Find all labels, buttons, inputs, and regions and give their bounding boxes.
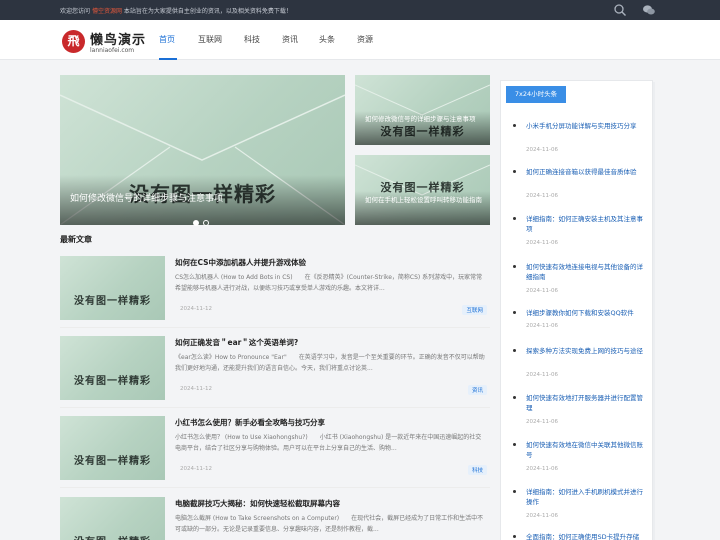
slider-side-card-2[interactable]: 没有图一样精彩 如何在手机上轻松设置呼叫转移功能指南 bbox=[355, 155, 490, 225]
sidebar-news-date: 2024-11-06 bbox=[526, 288, 558, 294]
thumbnail-placeholder: 没有图一样精彩 bbox=[74, 376, 151, 387]
tab-24h-headlines[interactable]: 7x24小时头条 bbox=[506, 86, 566, 103]
article-thumbnail[interactable]: 没有图一样精彩 bbox=[60, 256, 165, 320]
nav-headlines[interactable]: 头条 bbox=[319, 34, 335, 45]
latest-articles-heading: 最新文章 bbox=[60, 235, 92, 244]
wechat-icon[interactable] bbox=[642, 3, 656, 17]
nav-news[interactable]: 资讯 bbox=[282, 34, 298, 45]
article-category-tag[interactable]: 科技 bbox=[467, 465, 487, 475]
side-card-1-caption[interactable]: 如何修改微信号的详细步骤与注意事项 bbox=[365, 114, 485, 124]
bullet-icon bbox=[513, 396, 516, 399]
slider-pagination bbox=[193, 211, 213, 230]
article-title[interactable]: 如何正确发音＂ear＂这个英语单词? bbox=[175, 337, 298, 348]
nav-active-indicator bbox=[159, 58, 177, 60]
slider-dot-2[interactable] bbox=[203, 220, 209, 226]
bullet-icon bbox=[513, 535, 516, 538]
bullet-icon bbox=[513, 490, 516, 493]
sidebar-news-item[interactable]: 全面指南：如何正确使用SD卡提升存储 bbox=[513, 532, 643, 540]
thumbnail-placeholder: 没有图一样精彩 bbox=[60, 533, 165, 540]
divider bbox=[60, 487, 490, 488]
list-item: 没有图一样精彩 如何正确发音＂ear＂这个英语单词? 《ear怎么读》How t… bbox=[60, 336, 490, 410]
article-category-tag[interactable]: 资讯 bbox=[467, 385, 487, 395]
list-item: 没有图一样精彩 如何在CS中添加机器人并提升游戏体验 CS怎么加机器人 (How… bbox=[60, 256, 490, 330]
sidebar-news-title[interactable]: 全面指南：如何正确使用SD卡提升存储 bbox=[526, 532, 643, 540]
slider-dot-1[interactable] bbox=[193, 220, 199, 226]
divider bbox=[60, 407, 490, 408]
article-thumbnail[interactable]: 没有图一样精彩 bbox=[60, 336, 165, 400]
sidebar-news-date: 2024-11-06 bbox=[526, 513, 558, 519]
sidebar-news-date: 2024-11-06 bbox=[526, 323, 558, 329]
bullet-icon bbox=[513, 124, 516, 127]
article-category-tag[interactable]: 互联网 bbox=[462, 305, 487, 315]
search-icon[interactable] bbox=[613, 3, 627, 17]
divider bbox=[60, 327, 490, 328]
nav-resources[interactable]: 资源 bbox=[357, 34, 373, 45]
logo-title[interactable]: 懒鸟演示 bbox=[90, 29, 146, 48]
bullet-icon bbox=[513, 349, 516, 352]
side-card-2-caption[interactable]: 如何在手机上轻松设置呼叫转移功能指南 bbox=[365, 195, 485, 205]
article-thumbnail[interactable]: 没有图一样精彩 bbox=[60, 416, 165, 480]
nav-home[interactable]: 首页 bbox=[159, 34, 175, 45]
article-excerpt: 小红书怎么使用？ (How to Use Xiaohongshu?) 小红书 (… bbox=[175, 434, 482, 452]
site-header: 飛 懒鸟演示 lanniaofei.com 首页 互联网 科技 资讯 头条 资源 bbox=[0, 20, 720, 60]
sidebar-news-title[interactable]: 详细指南：如何进入手机刷机模式并进行操作 bbox=[526, 487, 644, 507]
list-item: 没有图一样精彩 电脑截屏技巧大揭秘：如何快速轻松截取屏幕内容 电脑怎么截屏 (H… bbox=[60, 497, 490, 540]
bullet-icon bbox=[513, 217, 516, 220]
sidebar-news-date: 2024-11-06 bbox=[526, 372, 558, 378]
site-name-link[interactable]: 懵空资源网 bbox=[92, 8, 122, 15]
sidebar-news-date: 2024-11-06 bbox=[526, 466, 558, 472]
sidebar-news-title[interactable]: 探索多种方法实现免费上网的技巧与途径 bbox=[526, 346, 644, 356]
sidebar-news-date: 2024-11-06 bbox=[526, 419, 558, 425]
sidebar-news-title[interactable]: 详细步骤教你如何下载和安装QQ软件 bbox=[526, 308, 644, 318]
slider-main-caption[interactable]: 如何修改微信号的详细步骤与注意事项 bbox=[70, 191, 223, 204]
notice-message: 本站旨在为大家提供自主创业的资讯，以及相关资料免费下载！ bbox=[123, 8, 292, 15]
bullet-icon bbox=[513, 265, 516, 268]
slider-side-card-1[interactable]: 没有图一样精彩 如何修改微信号的详细步骤与注意事项 bbox=[355, 75, 490, 145]
article-title[interactable]: 电脑截屏技巧大揭秘：如何快速轻松截取屏幕内容 bbox=[175, 498, 340, 509]
nav-tech[interactable]: 科技 bbox=[244, 34, 260, 45]
article-excerpt: 《ear怎么读》How to Pronounce "Ear" 在英语学习中，发音… bbox=[175, 354, 485, 372]
sidebar-news-title[interactable]: 如何快速有效地打开服务器并进行配置管理 bbox=[526, 393, 644, 413]
sidebar-news-title[interactable]: 如何正确连接音箱以获得最佳音质体验 bbox=[526, 167, 644, 177]
nav-internet[interactable]: 互联网 bbox=[198, 34, 222, 45]
logo-badge[interactable]: 飛 bbox=[62, 30, 85, 53]
article-excerpt: CS怎么加机器人 (How to Add Bots in CS) 在《反恐精英》… bbox=[175, 274, 483, 292]
article-thumbnail[interactable]: 没有图一样精彩 bbox=[60, 497, 165, 540]
article-date: 2024-11-12 bbox=[180, 386, 212, 392]
thumbnail-placeholder: 没有图一样精彩 bbox=[74, 296, 151, 307]
sidebar-news-title[interactable]: 如何快速有效地在微信中关联其他微信账号 bbox=[526, 440, 644, 460]
sidebar-news-title[interactable]: 详细指南：如何正确安装主机及其注意事项 bbox=[526, 214, 644, 234]
sidebar-news-date: 2024-11-06 bbox=[526, 193, 558, 199]
welcome-text: 欢迎您访问 bbox=[60, 8, 91, 15]
bullet-icon bbox=[513, 170, 516, 173]
article-title[interactable]: 小红书怎么使用？新手必看全攻略与技巧分享 bbox=[175, 417, 325, 428]
notice-text: 欢迎您访问 懵空资源网 本站旨在为大家提供自主创业的资讯，以及相关资料免费下载！ bbox=[60, 6, 292, 15]
article-date: 2024-11-12 bbox=[180, 306, 212, 312]
logo-subtitle: lanniaofei.com bbox=[90, 47, 135, 54]
sidebar-news-title[interactable]: 小米手机分屏功能详解与实用技巧分享 bbox=[526, 121, 644, 131]
top-notice-bar: 欢迎您访问 懵空资源网 本站旨在为大家提供自主创业的资讯，以及相关资料免费下载！ bbox=[0, 0, 720, 20]
list-item: 没有图一样精彩 小红书怎么使用？新手必看全攻略与技巧分享 小红书怎么使用？ (H… bbox=[60, 416, 490, 490]
bullet-icon bbox=[513, 311, 516, 314]
sidebar-news-date: 2024-11-06 bbox=[526, 147, 558, 153]
article-title[interactable]: 如何在CS中添加机器人并提升游戏体验 bbox=[175, 257, 306, 268]
slider-main[interactable]: 没有图一样精彩 如何修改微信号的详细步骤与注意事项 bbox=[60, 75, 345, 225]
article-date: 2024-11-12 bbox=[180, 466, 212, 472]
bullet-icon bbox=[513, 443, 516, 446]
sidebar-news-date: 2024-11-06 bbox=[526, 240, 558, 246]
article-excerpt: 电脑怎么截屏 (How to Take Screenshots on a Com… bbox=[175, 515, 484, 533]
sidebar-news-title[interactable]: 如何快速有效地连接电视与其他设备的详细指南 bbox=[526, 262, 644, 282]
thumbnail-placeholder: 没有图一样精彩 bbox=[74, 456, 151, 467]
